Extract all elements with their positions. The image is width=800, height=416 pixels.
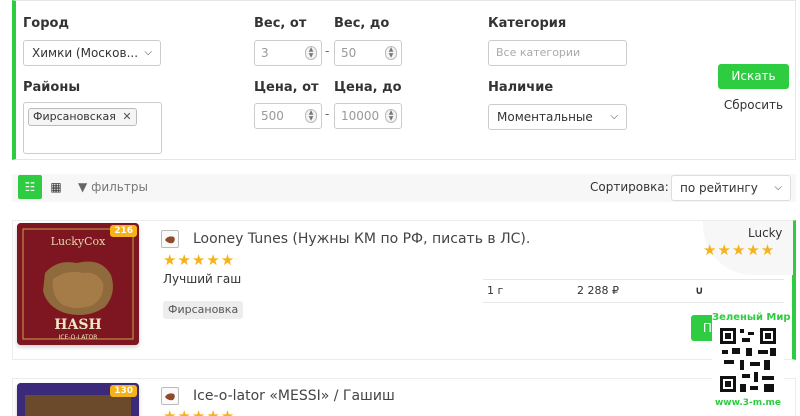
weight-from-label: Вес, от	[254, 16, 307, 31]
spinner-icon[interactable]: ▲ ▼	[305, 109, 317, 123]
chevron-down-icon: ⌵	[774, 182, 782, 193]
magnet-icon: ∪	[695, 284, 704, 297]
price-value: 2 288 ₽	[577, 284, 619, 297]
weight-to-label: Вес, до	[334, 16, 390, 31]
product-description: Лучший гаш	[163, 272, 242, 286]
filter-funnel-icon: ▼	[78, 180, 88, 194]
product-image[interactable]: LuckyCox HASH ICE-O-LATOR 216	[17, 223, 139, 345]
city-select-value: Химки (Москов...	[32, 46, 139, 60]
product-image[interactable]: 130	[17, 383, 139, 416]
district-tag-label: Фирсановская	[33, 110, 116, 123]
availability-select-value: Моментальные	[497, 110, 593, 124]
qr-code-icon	[718, 326, 778, 396]
price-from-input[interactable]: 500 ▲ ▼	[254, 103, 322, 129]
filters-link-label: фильтры	[91, 180, 148, 194]
sort-select-value: по рейтингу	[680, 181, 758, 195]
product-stars: ★★★★★	[163, 251, 236, 269]
category-label: Категория	[488, 16, 567, 31]
city-label: Город	[23, 16, 69, 31]
rating-badge: 130	[110, 385, 137, 397]
availability-label: Наличие	[488, 80, 554, 95]
remove-tag-icon[interactable]: ✕	[122, 110, 131, 123]
product-stars: ★★★★★	[163, 407, 236, 416]
weight-range-separator: -	[325, 44, 330, 58]
price-to-input[interactable]: 10000 ▲ ▼	[334, 103, 402, 129]
product-card[interactable]: 130 Ice-o-lator «MESSI» / Гашиш ★★★★★	[12, 378, 796, 416]
product-title[interactable]: Ice-o-lator «MESSI» / Гашиш	[193, 388, 395, 404]
price-range-separator: -	[325, 107, 330, 121]
list-view-icon[interactable]: ☷	[18, 175, 42, 199]
hash-category-icon	[161, 387, 179, 405]
hash-category-icon-art	[165, 236, 175, 244]
districts-label: Районы	[23, 80, 81, 95]
hash-category-icon-art	[165, 393, 175, 401]
brand-logo-text: LuckyCox	[51, 235, 106, 248]
district-tag: Фирсановская ✕	[28, 108, 137, 126]
weight-value: 1 г	[487, 284, 504, 297]
product-image-name: HASH	[54, 317, 101, 333]
districts-input[interactable]: Фирсановская ✕	[23, 102, 162, 154]
seller-stars: ★★★★★	[703, 241, 776, 259]
price-from-label: Цена, от	[254, 80, 319, 95]
grid-view-icon[interactable]: ▦	[44, 175, 68, 199]
weight-to-input[interactable]: 50 ▲ ▼	[334, 40, 402, 66]
weight-from-input[interactable]: 3 ▲ ▼	[254, 40, 322, 66]
location-tag: Фирсановка	[163, 301, 244, 319]
watermark-bottom-text: www.3-m.me	[714, 398, 782, 408]
filter-panel: Город Химки (Москов... ⌵ Районы Фирсанов…	[12, 0, 796, 160]
price-to-label: Цена, до	[334, 80, 402, 95]
spinner-icon[interactable]: ▲ ▼	[305, 46, 317, 60]
category-input[interactable]: Все категории	[488, 40, 627, 66]
price-to-value: 10000	[341, 109, 380, 123]
city-select[interactable]: Химки (Москов... ⌵	[23, 40, 161, 66]
rating-badge: 216	[110, 225, 137, 237]
availability-select[interactable]: Моментальные ⌵	[488, 104, 627, 130]
price-row[interactable]: 1 г 2 288 ₽ ∪	[483, 279, 784, 303]
chevron-down-icon: ⌵	[610, 111, 618, 122]
product-title[interactable]: Looney Tunes (Нужны КМ по РФ, писать в Л…	[193, 231, 530, 247]
weight-from-value: 3	[261, 46, 269, 60]
search-button[interactable]: Искать	[718, 64, 789, 89]
filters-toggle[interactable]: ▼ фильтры	[78, 180, 148, 194]
price-from-value: 500	[261, 109, 284, 123]
sort-select[interactable]: по рейтингу ⌵	[671, 175, 791, 201]
spinner-icon[interactable]: ▲ ▼	[385, 109, 397, 123]
hash-category-icon	[161, 230, 179, 248]
sort-label: Сортировка:	[590, 180, 669, 194]
chevron-down-icon: ⌵	[144, 47, 152, 58]
category-placeholder: Все категории	[496, 46, 581, 59]
watermark-top-text: Зеленый Мир	[712, 312, 791, 323]
product-image-art: LuckyCox HASH ICE-O-LATOR	[17, 223, 139, 345]
qr-watermark: Зеленый Мир www.3-m.me	[712, 312, 791, 410]
weight-to-value: 50	[341, 46, 357, 60]
spinner-icon[interactable]: ▲ ▼	[385, 46, 397, 60]
product-card[interactable]: LuckyCox HASH ICE-O-LATOR 216 Looney Tun…	[12, 220, 796, 360]
product-image-sub: ICE-O-LATOR	[59, 334, 98, 341]
list-toolbar: ☷ ▦ ▼ фильтры Сортировка: по рейтингу ⌵	[12, 174, 796, 202]
reset-button[interactable]: Сбросить	[718, 93, 789, 118]
seller-name[interactable]: Lucky	[748, 226, 782, 240]
